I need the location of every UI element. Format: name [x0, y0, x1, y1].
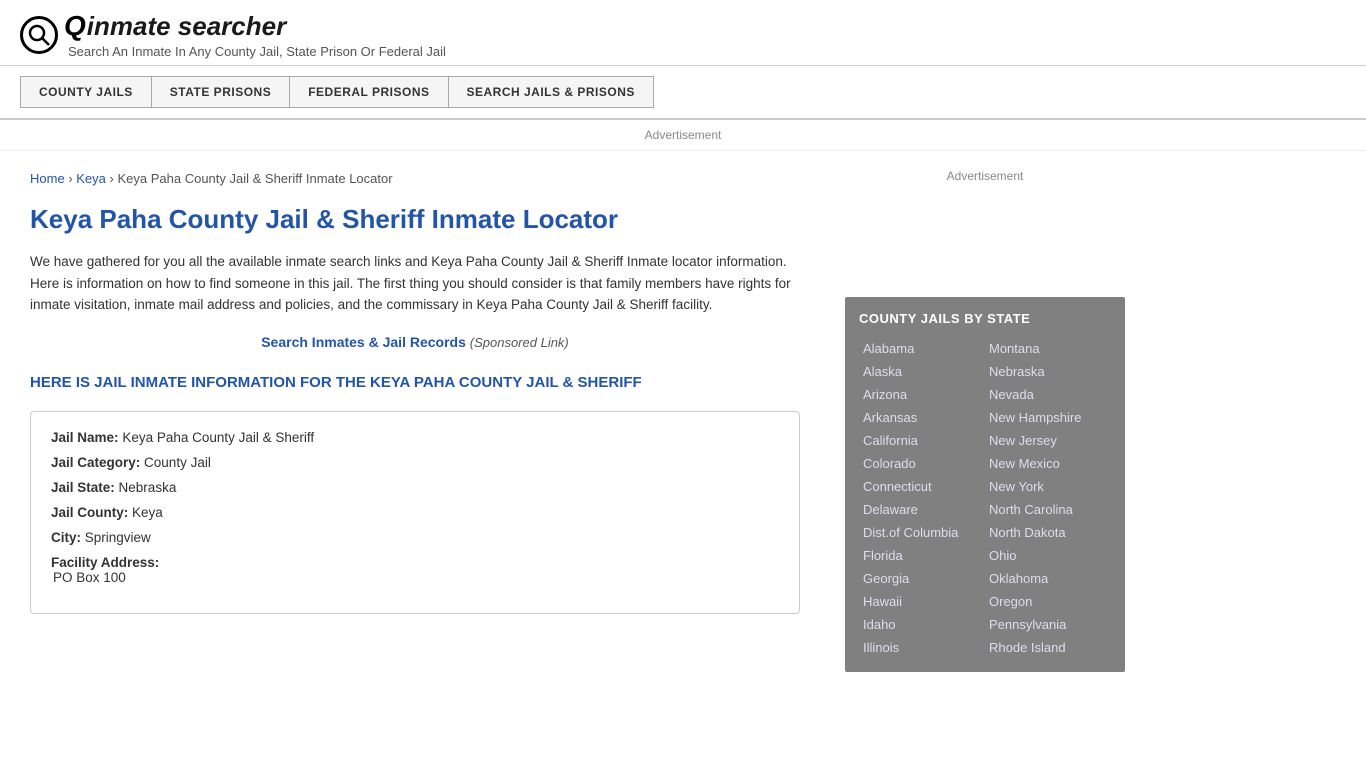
main-layout: Home › Keya › Keya Paha County Jail & Sh… [0, 151, 1366, 682]
state-item[interactable]: Idaho [859, 614, 985, 635]
nav-search-jails[interactable]: SEARCH JAILS & PRISONS [448, 76, 654, 108]
sponsored-note: (Sponsored Link) [470, 335, 569, 350]
page-title: Keya Paha County Jail & Sheriff Inmate L… [30, 204, 800, 235]
state-item[interactable]: Illinois [859, 637, 985, 658]
state-item[interactable]: Georgia [859, 568, 985, 589]
sidebar: Advertisement COUNTY JAILS BY STATE Alab… [830, 151, 1140, 682]
logo-text: inmate searcher [87, 11, 286, 42]
state-item[interactable]: Nevada [985, 384, 1111, 405]
jail-category-label: Jail Category: [51, 455, 140, 470]
state-item[interactable]: Oregon [985, 591, 1111, 612]
state-item[interactable]: Colorado [859, 453, 985, 474]
jail-state-value: Nebraska [119, 480, 177, 495]
state-item[interactable]: Florida [859, 545, 985, 566]
state-item[interactable]: Nebraska [985, 361, 1111, 382]
content-area: Home › Keya › Keya Paha County Jail & Sh… [0, 151, 830, 682]
jail-county-label: Jail County: [51, 505, 128, 520]
state-item[interactable]: New Mexico [985, 453, 1111, 474]
state-list-box: COUNTY JAILS BY STATE AlabamaAlaskaArizo… [845, 297, 1125, 672]
nav-state-prisons[interactable]: STATE PRISONS [151, 76, 289, 108]
state-item[interactable]: Alabama [859, 338, 985, 359]
state-item[interactable]: Delaware [859, 499, 985, 520]
state-item[interactable]: Connecticut [859, 476, 985, 497]
jail-city-value: Springview [85, 530, 151, 545]
state-item[interactable]: Pennsylvania [985, 614, 1111, 635]
sponsored-link-area: Search Inmates & Jail Records (Sponsored… [30, 334, 800, 350]
header: Q inmate searcher Search An Inmate In An… [0, 0, 1366, 66]
logo-q: Q [64, 10, 86, 42]
sidebar-ad: Advertisement [845, 161, 1125, 281]
jail-county-value: Keya [132, 505, 163, 520]
breadcrumb-current: Keya Paha County Jail & Sheriff Inmate L… [117, 171, 392, 186]
breadcrumb-home[interactable]: Home [30, 171, 65, 186]
state-item[interactable]: Dist.of Columbia [859, 522, 985, 543]
jail-state-label: Jail State: [51, 480, 115, 495]
jail-state-row: Jail State: Nebraska [51, 480, 779, 495]
breadcrumb: Home › Keya › Keya Paha County Jail & Sh… [30, 171, 800, 186]
state-list-title: COUNTY JAILS BY STATE [859, 311, 1111, 326]
state-item[interactable]: North Carolina [985, 499, 1111, 520]
state-item[interactable]: Montana [985, 338, 1111, 359]
jail-address-value: PO Box 100 [53, 570, 126, 585]
state-item[interactable]: Hawaii [859, 591, 985, 612]
tagline: Search An Inmate In Any County Jail, Sta… [68, 44, 446, 59]
state-item[interactable]: New York [985, 476, 1111, 497]
jail-city-label: City: [51, 530, 81, 545]
state-item[interactable]: Alaska [859, 361, 985, 382]
logo-icon [20, 16, 58, 54]
navigation: COUNTY JAILS STATE PRISONS FEDERAL PRISO… [0, 66, 1366, 120]
description: We have gathered for you all the availab… [30, 251, 800, 316]
sponsored-link[interactable]: Search Inmates & Jail Records [261, 334, 466, 350]
inmate-info-heading: HERE IS JAIL INMATE INFORMATION FOR THE … [30, 372, 800, 393]
breadcrumb-keya[interactable]: Keya [76, 171, 106, 186]
jail-name-label: Jail Name: [51, 430, 119, 445]
state-item[interactable]: Arkansas [859, 407, 985, 428]
logo-area: Q inmate searcher Search An Inmate In An… [20, 10, 1346, 59]
nav-federal-prisons[interactable]: FEDERAL PRISONS [289, 76, 447, 108]
jail-county-row: Jail County: Keya [51, 505, 779, 520]
state-col-left: AlabamaAlaskaArizonaArkansasCaliforniaCo… [859, 338, 985, 658]
state-item[interactable]: New Jersey [985, 430, 1111, 451]
state-item[interactable]: North Dakota [985, 522, 1111, 543]
state-item[interactable]: California [859, 430, 985, 451]
ad-banner: Advertisement [0, 120, 1366, 151]
state-col-right: MontanaNebraskaNevadaNew HampshireNew Je… [985, 338, 1111, 658]
state-item[interactable]: Arizona [859, 384, 985, 405]
jail-address-row: Facility Address: PO Box 100 [51, 555, 779, 585]
state-item[interactable]: Rhode Island [985, 637, 1111, 658]
jail-category-row: Jail Category: County Jail [51, 455, 779, 470]
info-box: Jail Name: Keya Paha County Jail & Sheri… [30, 411, 800, 614]
jail-name-row: Jail Name: Keya Paha County Jail & Sheri… [51, 430, 779, 445]
state-columns: AlabamaAlaskaArizonaArkansasCaliforniaCo… [859, 338, 1111, 658]
jail-address-label: Facility Address: [51, 555, 159, 570]
state-item[interactable]: New Hampshire [985, 407, 1111, 428]
state-item[interactable]: Oklahoma [985, 568, 1111, 589]
nav-county-jails[interactable]: COUNTY JAILS [20, 76, 151, 108]
jail-name-value: Keya Paha County Jail & Sheriff [122, 430, 314, 445]
state-item[interactable]: Ohio [985, 545, 1111, 566]
jail-category-value: County Jail [144, 455, 211, 470]
jail-city-row: City: Springview [51, 530, 779, 545]
